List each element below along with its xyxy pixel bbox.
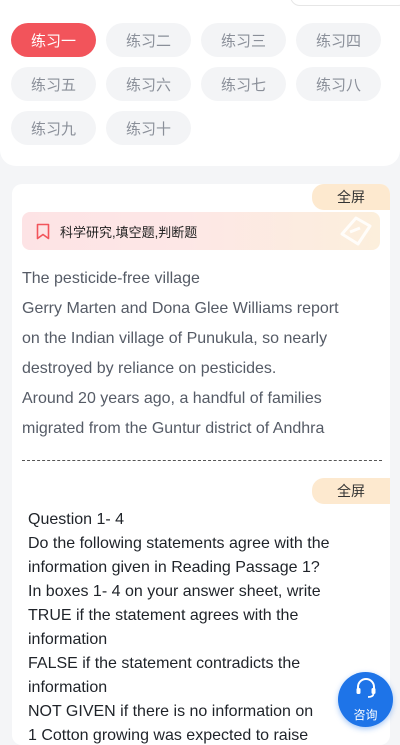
question-line: TRUE if the statement agrees with the [28,607,299,624]
question-line: information given in Reading Passage 1? [28,559,320,576]
question-line: information [28,631,108,648]
tab-exercise-7[interactable]: 练习七 [201,67,286,101]
tab-exercise-6[interactable]: 练习六 [106,67,191,101]
page: 练习一 练习二 练习三 练习四 练习五 练习六 练习七 练习八 练习九 练习十 … [0,0,400,745]
question-text: Question 1- 4 Do the following statement… [28,508,374,745]
passage-line: Gerry Marten and Dona Glee Williams repo… [22,300,339,317]
question-line: In boxes 1- 4 on your answer sheet, writ… [28,583,321,600]
bookmark-icon [34,221,52,241]
passage-line: The pesticide-free village [22,270,200,287]
passage-line: migrated from the Guntur district of And… [22,420,325,437]
tab-exercise-1[interactable]: 练习一 [11,23,96,57]
tag-text: 科学研究,填空题,判断题 [60,224,198,240]
consult-button[interactable]: 咨询 [338,672,393,727]
question-line: FALSE if the statement contradicts the [28,655,301,672]
top-bar-fragment [290,0,400,6]
passage-line: destroyed by reliance on pesticides. [22,360,277,377]
decoration-icon [334,214,374,248]
question-line: 1 Cotton growing was expected to raise [28,727,309,744]
passage-line: on the Indian village of Punukula, so ne… [22,330,328,347]
passage-fullscreen-button[interactable]: 全屏 [312,184,390,210]
tab-exercise-4[interactable]: 练习四 [296,23,381,57]
tab-exercise-5[interactable]: 练习五 [11,67,96,101]
content-card: 全屏 科学研究,填空题,判断题 The pesticide-free villa… [12,184,390,745]
tab-exercise-9[interactable]: 练习九 [11,111,96,145]
tag-banner: 科学研究,填空题,判断题 [22,212,380,250]
question-fullscreen-button[interactable]: 全屏 [312,478,390,504]
question-line: NOT GIVEN if there is no information on [28,703,314,720]
headset-icon [354,676,378,705]
question-line: Question 1- 4 [28,511,125,528]
question-line: Do the following statements agree with t… [28,535,330,552]
question-line: information [28,679,108,696]
consult-label: 咨询 [353,708,378,722]
passage-line: Around 20 years ago, a handful of famili… [22,390,322,407]
section-divider [22,460,382,461]
tab-exercise-3[interactable]: 练习三 [201,23,286,57]
tab-exercise-10[interactable]: 练习十 [106,111,191,145]
exercise-tabs: 练习一 练习二 练习三 练习四 练习五 练习六 练习七 练习八 练习九 练习十 [0,0,400,166]
passage-text: The pesticide-free village Gerry Marten … [22,264,382,444]
tab-exercise-8[interactable]: 练习八 [296,67,381,101]
tab-exercise-2[interactable]: 练习二 [106,23,191,57]
